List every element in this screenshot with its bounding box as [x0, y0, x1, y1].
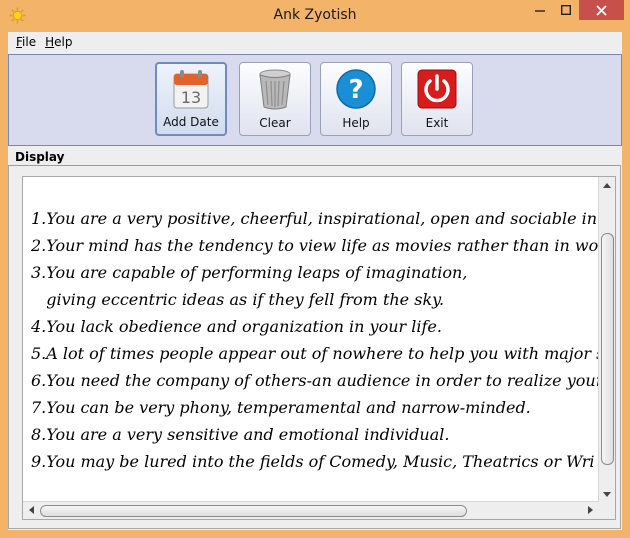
menu-help-rest: elp — [54, 35, 73, 49]
vertical-scrollbar[interactable] — [598, 177, 615, 502]
display-line: giving eccentric ideas as if they fell f… — [31, 290, 445, 309]
maximize-button[interactable] — [553, 0, 579, 20]
app-window: Ank Zyotish File Help 13 Add Date Clear … — [0, 0, 630, 538]
display-line: 5.A lot of times people appear out of no… — [31, 344, 601, 363]
scroll-up-button[interactable] — [599, 177, 615, 193]
help-glyph: ? — [348, 75, 363, 105]
display-line: 2.Your mind has the tendency to view lif… — [31, 236, 601, 255]
display-line: 8.You are a very sensitive and emotional… — [31, 425, 450, 444]
scroll-left-button[interactable] — [23, 502, 39, 518]
clear-button[interactable]: Clear — [239, 62, 311, 136]
scroll-right-button[interactable] — [582, 502, 598, 518]
help-button[interactable]: ? Help — [320, 62, 392, 136]
display-text-area[interactable]: 1.You are a very positive, cheerful, ins… — [31, 205, 601, 500]
close-button[interactable] — [579, 0, 624, 20]
horizontal-scroll-thumb[interactable] — [40, 505, 467, 517]
close-icon — [596, 4, 607, 16]
calendar-icon: 13 — [173, 70, 209, 109]
display-panel: 1.You are a very positive, cheerful, ins… — [8, 165, 621, 529]
exit-button[interactable]: Exit — [401, 62, 473, 136]
menu-file[interactable]: File — [8, 35, 41, 49]
display-title: Display — [15, 150, 65, 164]
minimize-button[interactable] — [527, 0, 553, 20]
display-line: 7.You can be very phony, temperamental a… — [31, 398, 531, 417]
display-line: 3.You are capable of performing leaps of… — [31, 263, 468, 282]
display-line: 1.You are a very positive, cheerful, ins… — [31, 209, 598, 228]
display-line: 9.You may be lured into the fields of Co… — [31, 452, 595, 471]
maximize-icon — [561, 5, 571, 15]
display-line: 4.You lack obedience and organization in… — [31, 317, 442, 336]
minimize-icon — [535, 10, 545, 12]
power-icon — [417, 69, 457, 109]
toolbar: 13 Add Date Clear ? Help Exit — [8, 54, 622, 146]
arrow-left-icon — [28, 506, 34, 514]
horizontal-scrollbar[interactable] — [23, 501, 598, 519]
trash-icon — [259, 69, 291, 110]
arrow-right-icon — [587, 506, 593, 514]
display-line: 6.You need the company of others-an audi… — [31, 371, 601, 390]
arrow-up-icon — [603, 182, 611, 188]
display-scroll-pane[interactable]: 1.You are a very positive, cheerful, ins… — [22, 176, 616, 520]
client-area: File Help 13 Add Date Clear ? Help Exit … — [8, 32, 622, 530]
menu-bar: File Help — [8, 32, 622, 52]
calendar-day-number: 13 — [181, 88, 201, 107]
vertical-scroll-thumb[interactable] — [601, 233, 614, 465]
help-icon: ? — [336, 69, 376, 109]
menu-help[interactable]: Help — [41, 35, 77, 49]
scrollbar-corner — [598, 502, 615, 519]
clear-label: Clear — [259, 116, 291, 130]
add-date-button[interactable]: 13 Add Date — [155, 62, 227, 136]
help-label: Help — [342, 116, 370, 130]
scroll-down-button[interactable] — [599, 486, 615, 502]
title-bar[interactable]: Ank Zyotish — [0, 0, 630, 32]
exit-label: Exit — [425, 116, 449, 130]
menu-file-rest: ile — [22, 35, 37, 49]
arrow-down-icon — [603, 491, 611, 497]
add-date-label: Add Date — [163, 115, 219, 129]
